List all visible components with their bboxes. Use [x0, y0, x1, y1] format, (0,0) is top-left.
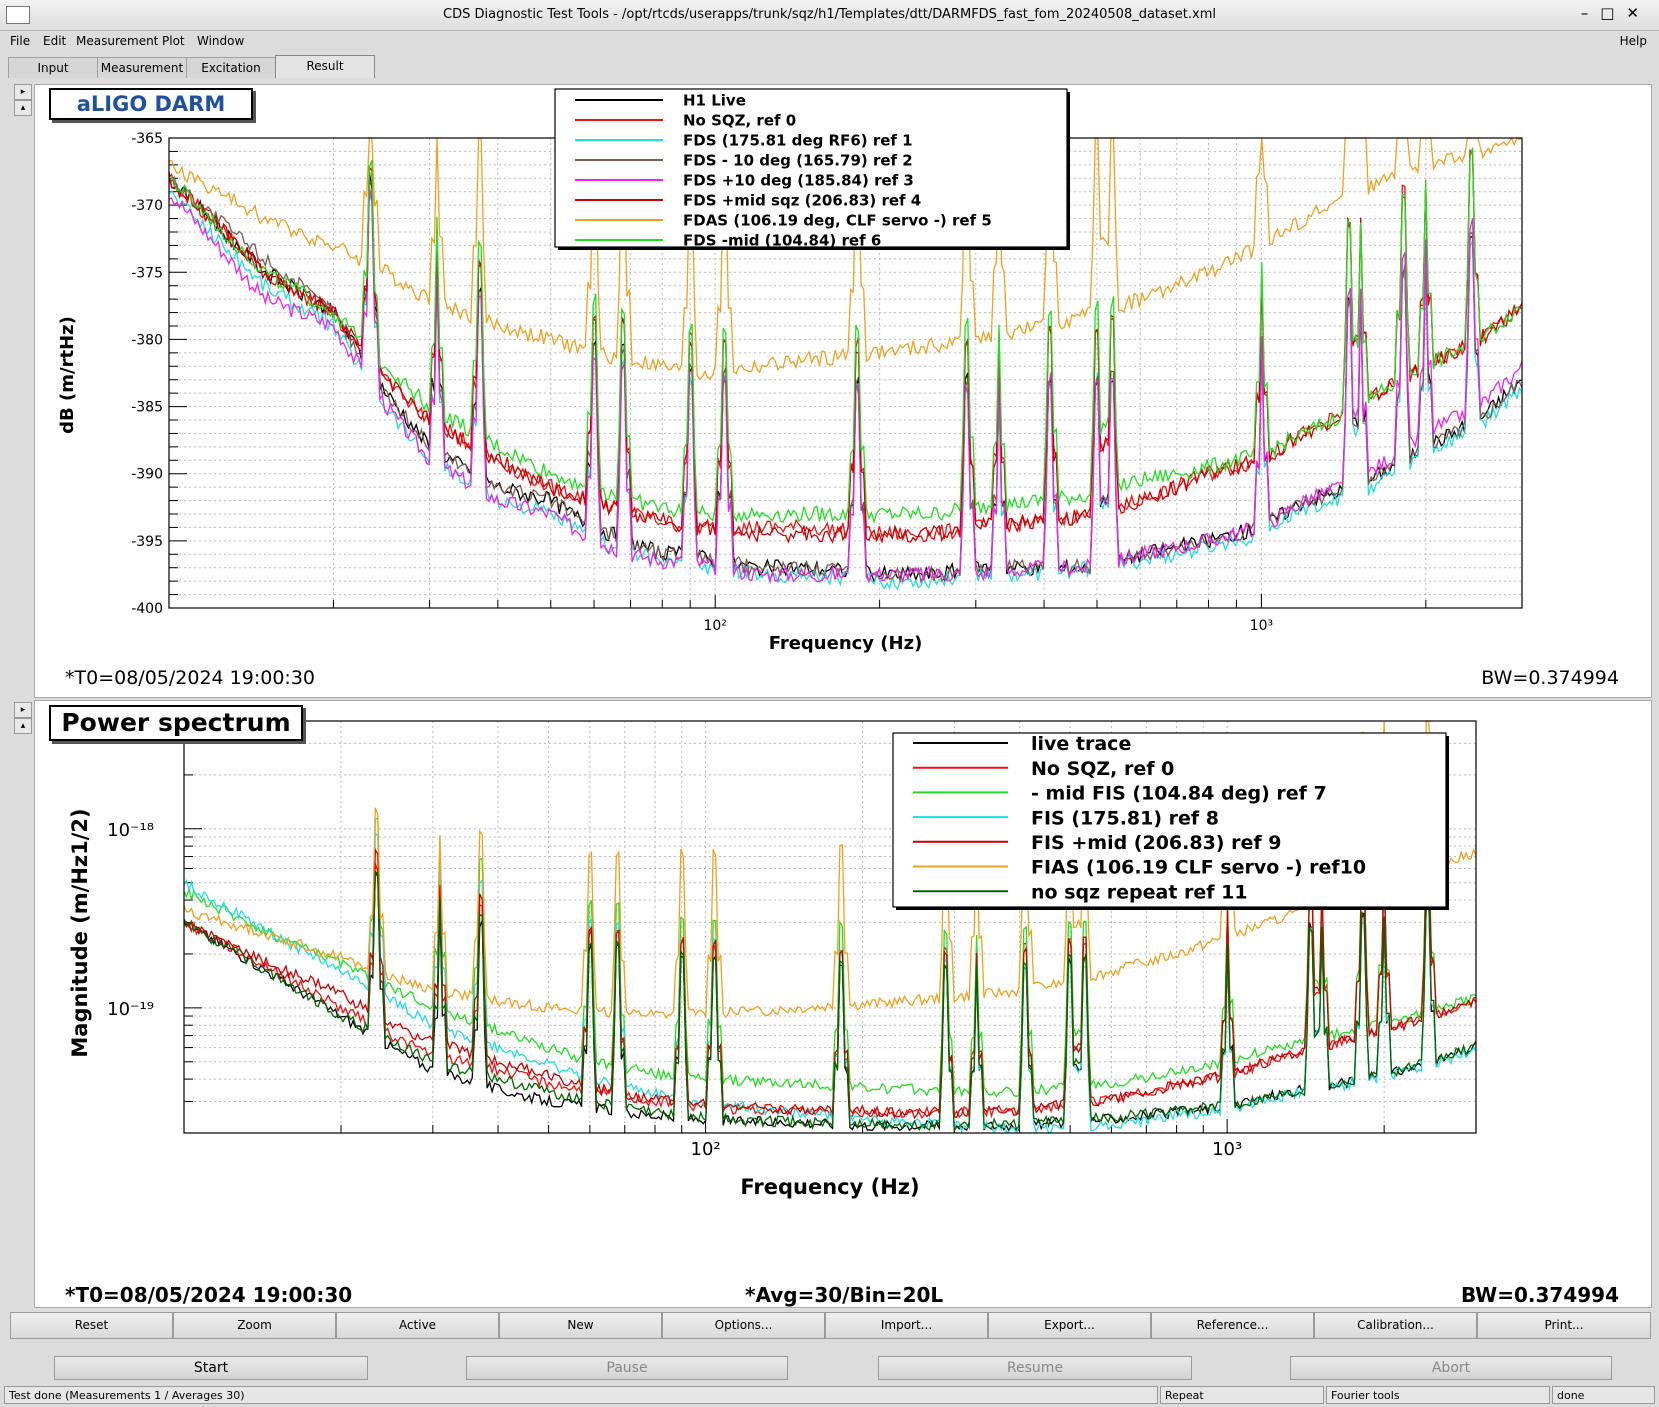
status-state: done: [1552, 1386, 1655, 1404]
y-tick-label: -380: [131, 332, 163, 348]
footer-t0-top: *T0=08/05/2024 19:00:30: [65, 667, 315, 689]
footer-bw-bottom: BW=0.374994: [1461, 1283, 1619, 1307]
start-button[interactable]: Start: [54, 1356, 368, 1380]
y-tick-label: -375: [131, 265, 163, 281]
legend-label: FIAS (106.19 CLF servo -) ref10: [1031, 857, 1366, 879]
active-button[interactable]: Active: [336, 1312, 499, 1339]
legend-label: FDAS (106.19 deg, CLF servo -) ref 5: [683, 212, 992, 230]
y-tick-label: -400: [131, 601, 163, 617]
y-tick-label: -395: [131, 534, 163, 550]
abort-button[interactable]: Abort: [1290, 1356, 1612, 1380]
legend-label: No SQZ, ref 0: [683, 112, 796, 130]
zoom-button[interactable]: Zoom: [173, 1312, 336, 1339]
y-tick-label: -390: [131, 467, 163, 483]
tab-excitation[interactable]: Excitation: [186, 57, 276, 78]
y-tick-labels-1: 10⁻¹⁸ 10⁻¹⁹: [107, 820, 154, 1020]
menu-file[interactable]: File: [10, 34, 30, 48]
print-button[interactable]: Print...: [1477, 1312, 1651, 1339]
y-tick-label: -370: [131, 198, 163, 214]
menu-help[interactable]: Help: [1620, 34, 1647, 48]
menu-measurement[interactable]: Measurement: [76, 34, 158, 48]
tab-measurement[interactable]: Measurement: [97, 57, 187, 78]
reset-button[interactable]: Reset: [10, 1312, 173, 1339]
legend-label: FDS +10 deg (185.84) ref 3: [683, 172, 914, 190]
legend-0: H1 Live No SQZ, ref 0 FDS (175.81 deg RF6)…: [554, 88, 1070, 250]
pad2-collapse-icon[interactable]: ▴: [14, 718, 32, 734]
y-tick-label: 10⁻¹⁹: [107, 999, 154, 1020]
legend-label: FDS - 10 deg (165.79) ref 2: [683, 152, 913, 170]
legend-label: no sqz repeat ref 11: [1031, 881, 1248, 903]
minimize-icon[interactable]: –: [1581, 4, 1601, 22]
footer-bw-top: BW=0.374994: [1481, 667, 1619, 689]
status-repeat: Repeat: [1160, 1386, 1324, 1404]
plot-pad-top[interactable]: -365 -370 -375 -380 -385 -390 -395 -400 10² 10³ Fr…: [34, 84, 1652, 698]
menu-window[interactable]: Window: [197, 34, 244, 48]
plot-title-top: aLIGO DARM: [49, 88, 253, 120]
maximize-icon[interactable]: □: [1600, 4, 1626, 22]
legend-1: live trace No SQZ, ref 0 - mid FIS (104.84…: [892, 732, 1449, 910]
menu-edit[interactable]: Edit: [43, 34, 66, 48]
pad1-collapse-icon[interactable]: ▴: [14, 100, 32, 116]
x-axis-label: Frequency (Hz): [769, 633, 923, 654]
legend-label: H1 Live: [683, 92, 746, 110]
close-icon[interactable]: ✕: [1626, 4, 1651, 22]
pad1-expand-icon[interactable]: ▸: [14, 84, 32, 100]
legend-label: live trace: [1031, 733, 1131, 755]
y-axis-label: Magnitude (m/Hz1/2): [68, 808, 92, 1057]
menu-plot[interactable]: Plot: [162, 34, 185, 48]
tab-result[interactable]: Result: [275, 55, 375, 78]
pause-button[interactable]: Pause: [466, 1356, 788, 1380]
legend-label: FDS +mid sqz (206.83) ref 4: [683, 192, 921, 210]
x-tick-label: 10³: [1212, 1139, 1242, 1160]
y-tick-label: -365: [131, 131, 163, 147]
y-tick-label: -385: [131, 400, 163, 416]
calibration-button[interactable]: Calibration...: [1314, 1312, 1477, 1339]
legend-label: FDS -mid (104.84) ref 6: [683, 232, 881, 250]
y-axis-label: dB (m/rtHz): [57, 316, 78, 434]
menubar: File Edit Measurement Plot Window Help: [0, 31, 1659, 53]
plot-pad-bottom[interactable]: 10⁻¹⁸ 10⁻¹⁹ 10² 10³ Frequency (Hz) Magnitude …: [34, 700, 1652, 1308]
legend-label: FIS +mid (206.83) ref 9: [1031, 832, 1281, 854]
x-tick-label: 10²: [691, 1139, 721, 1160]
action-button-row: Reset Zoom Active New Options... Import.…: [10, 1312, 1651, 1339]
plot-title-bottom: Power spectrum: [49, 705, 303, 741]
footer-avg-bottom: *Avg=30/Bin=20L: [745, 1283, 944, 1307]
legend-label: FIS (175.81) ref 8: [1031, 807, 1219, 829]
tab-input[interactable]: Input: [8, 57, 98, 78]
resume-button[interactable]: Resume: [878, 1356, 1192, 1380]
import-button[interactable]: Import...: [825, 1312, 988, 1339]
darm-chart: -365 -370 -375 -380 -385 -390 -395 -400 10² 10³ Fr…: [57, 88, 1523, 654]
export-button[interactable]: Export...: [988, 1312, 1151, 1339]
y-tick-label: 10⁻¹⁸: [107, 820, 154, 841]
power-spectrum-chart: 10⁻¹⁸ 10⁻¹⁹ 10² 10³ Frequency (Hz) Magnitude …: [68, 720, 1477, 1199]
window-controls: –□✕: [1581, 4, 1651, 22]
legend-label: - mid FIS (104.84 deg) ref 7: [1031, 783, 1327, 805]
x-tick-label: 10²: [703, 618, 726, 634]
footer-t0-bottom: *T0=08/05/2024 19:00:30: [65, 1283, 353, 1307]
pad2-expand-icon[interactable]: ▸: [14, 702, 32, 718]
new-button[interactable]: New: [499, 1312, 662, 1339]
window-title: CDS Diagnostic Test Tools - /opt/rtcds/u…: [443, 7, 1216, 22]
legend-label: FDS (175.81 deg RF6) ref 1: [683, 132, 913, 150]
window-titlebar: CDS Diagnostic Test Tools - /opt/rtcds/u…: [0, 0, 1659, 31]
legend-label: No SQZ, ref 0: [1031, 758, 1174, 780]
x-tick-label: 10³: [1250, 618, 1273, 634]
y-tick-labels-0: -365 -370 -375 -380 -385 -390 -395 -400: [131, 131, 163, 617]
status-tool: Fourier tools: [1326, 1386, 1550, 1404]
options-button[interactable]: Options...: [662, 1312, 825, 1339]
status-message: Test done (Measurements 1 / Averages 30): [4, 1386, 1158, 1404]
x-axis-label: Frequency (Hz): [740, 1175, 919, 1199]
reference-button[interactable]: Reference...: [1151, 1312, 1314, 1339]
